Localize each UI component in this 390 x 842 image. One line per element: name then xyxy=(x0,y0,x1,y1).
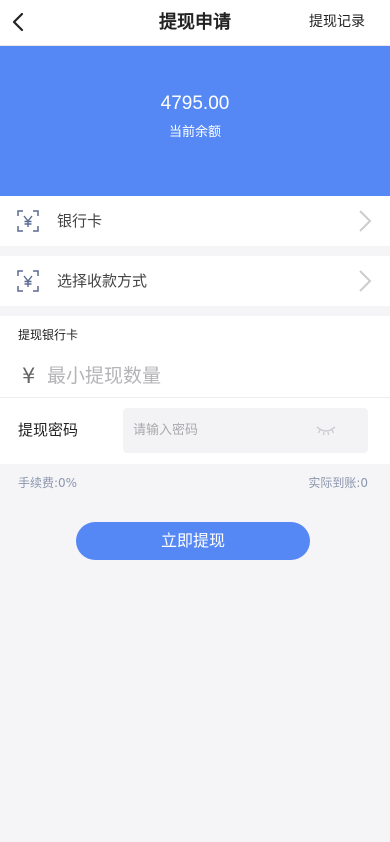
actual-amount-text: 实际到账:0 xyxy=(308,476,368,490)
balance-panel: 4795.00 当前余额 xyxy=(0,46,390,196)
chevron-right-icon xyxy=(359,210,372,232)
balance-label: 当前余额 xyxy=(168,125,221,140)
chevron-right-icon xyxy=(359,270,372,292)
currency-symbol: ¥ xyxy=(22,364,36,388)
yen-scan-icon xyxy=(17,210,39,232)
withdraw-history-link[interactable]: 提现记录 xyxy=(309,0,365,46)
bank-card-option[interactable]: 银行卡 xyxy=(0,196,390,246)
divider xyxy=(0,397,390,398)
balance-amount: 4795.00 xyxy=(160,93,230,114)
password-field[interactable] xyxy=(123,408,368,453)
withdraw-bank-card-label: 提现银行卡 xyxy=(18,328,79,342)
bank-card-label: 银行卡 xyxy=(57,212,103,230)
payment-method-label: 选择收款方式 xyxy=(57,272,148,290)
fee-text: 手续费:0% xyxy=(18,476,78,490)
password-label: 提现密码 xyxy=(18,421,79,439)
withdraw-now-button[interactable]: 立即提现 xyxy=(76,522,310,560)
amount-input[interactable] xyxy=(47,361,367,391)
password-input[interactable] xyxy=(133,408,313,453)
top-bar: 提现申请 提现记录 xyxy=(0,0,390,46)
yen-scan-icon xyxy=(17,270,39,292)
eye-closed-icon[interactable] xyxy=(316,424,336,436)
payment-method-option[interactable]: 选择收款方式 xyxy=(0,256,390,306)
withdraw-form: 提现银行卡 ¥ 提现密码 xyxy=(0,316,390,464)
